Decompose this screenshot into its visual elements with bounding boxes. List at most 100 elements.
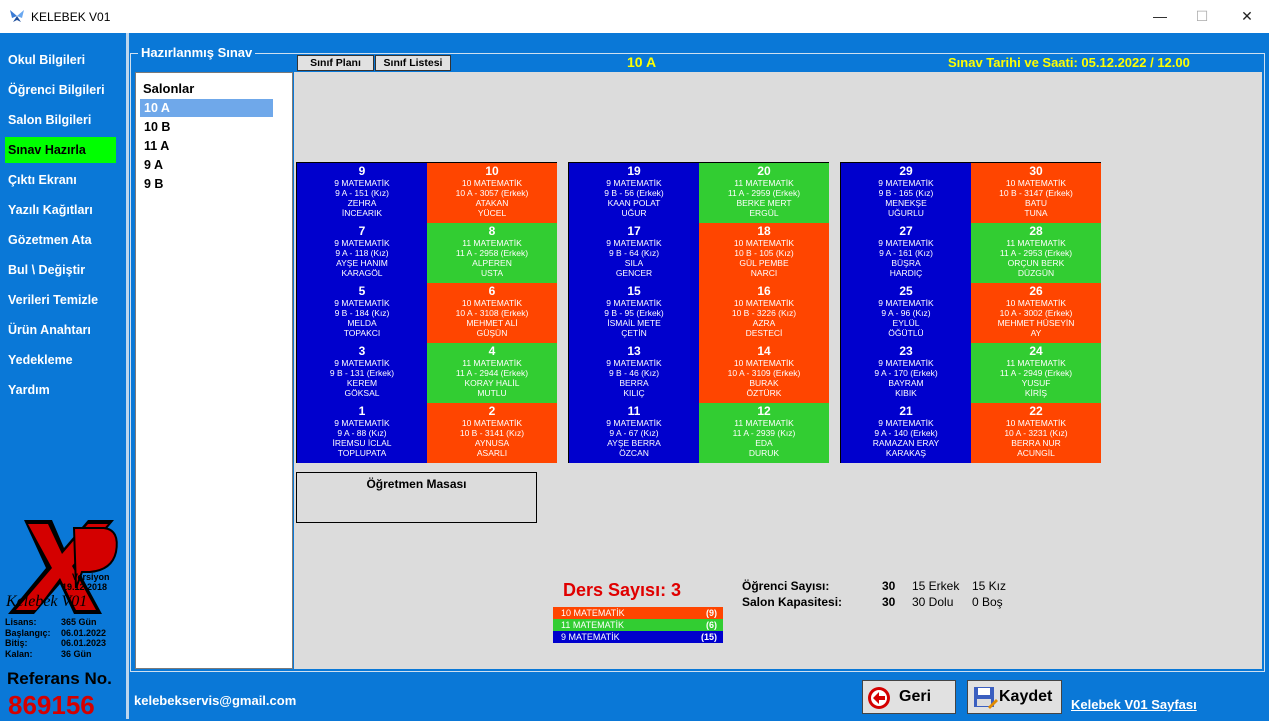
seat-info: 9 B - 184 (Kız) xyxy=(334,308,390,318)
seat-4[interactable]: 4 11 MATEMATİK 11 A - 2944 (Erkek) KORAY HA… xyxy=(427,343,557,403)
seat-ders: 9 MATEMATİK xyxy=(878,178,934,188)
salon-item[interactable]: 9 B xyxy=(140,175,273,193)
seat-no: 14 xyxy=(757,344,771,358)
seat-1[interactable]: 19 MATEMATİK 9 A - 88 (Kız) İREMSU İCLAL TO… xyxy=(297,403,427,463)
sidebar-item-0[interactable]: Okul Bilgileri xyxy=(5,47,116,73)
seat-surname: YÜCEL xyxy=(477,208,507,218)
license-label: Lisans: xyxy=(5,617,37,627)
seat-30[interactable]: 30 10 MATEMATİK 10 B - 3147 (Erkek) BATU TUN… xyxy=(971,163,1101,223)
legend-name: 11 MATEMATİK xyxy=(561,620,625,630)
sidebar-item-9[interactable]: Ürün Anahtarı xyxy=(5,317,116,343)
sidebar-item-5[interactable]: Yazılı Kağıtları xyxy=(5,197,116,223)
seat-28[interactable]: 28 11 MATEMATİK 11 A - 2953 (Erkek) ORÇUN B… xyxy=(971,223,1101,283)
seat-10[interactable]: 10 10 MATEMATİK 10 A - 3057 (Erkek) ATAKAN Y… xyxy=(427,163,557,223)
seat-2[interactable]: 2 10 MATEMATİK 10 B - 3141 (Kız) AYNUSA ASAR… xyxy=(427,403,557,463)
seat-16[interactable]: 16 10 MATEMATİK 10 B - 3226 (Kız) AZRA DESTE… xyxy=(699,283,829,343)
sidebar-item-3[interactable]: Sınav Hazırla xyxy=(5,137,116,163)
seat-no: 18 xyxy=(757,224,771,238)
contact-email[interactable]: kelebekservis@gmail.com xyxy=(134,693,296,708)
seat-9[interactable]: 99 MATEMATİK 9 A - 151 (Kız) ZEHRA İNCEARIK xyxy=(297,163,427,223)
seat-no: 10 xyxy=(485,164,499,178)
seat-11[interactable]: 11 9 MATEMATİK 9 A - 67 (Kız) AYŞE BERRA ÖZC… xyxy=(569,403,699,463)
sidebar-item-1[interactable]: Öğrenci Bilgileri xyxy=(5,77,116,103)
seat-19[interactable]: 19 9 MATEMATİK 9 B - 56 (Erkek) KAAN POLAT U… xyxy=(569,163,699,223)
seat-7[interactable]: 79 MATEMATİK 9 A - 118 (Kız) AYŞE HANIM KAR… xyxy=(297,223,427,283)
seat-24[interactable]: 24 11 MATEMATİK 11 A - 2949 (Erkek) YUSUF Kİ… xyxy=(971,343,1101,403)
seat-no: 6 xyxy=(488,284,496,298)
seat-block-1: 99 MATEMATİK 9 A - 151 (Kız) ZEHRA İNCEARIK… xyxy=(296,162,557,463)
seat-no: 28 xyxy=(1029,224,1043,238)
seat-15[interactable]: 15 9 MATEMATİK 9 B - 95 (Erkek) İSMAİL METE… xyxy=(569,283,699,343)
seat-surname: GÖKSAL xyxy=(344,388,380,398)
save-button[interactable]: Kaydet xyxy=(967,680,1062,714)
sidebar-item-11[interactable]: Yardım xyxy=(5,377,116,403)
sidebar-item-8[interactable]: Verileri Temizle xyxy=(5,287,116,313)
seat-6[interactable]: 6 10 MATEMATİK 10 A - 3108 (Erkek) MEHMET A… xyxy=(427,283,557,343)
seat-info: 10 A - 3231 (Kız) xyxy=(1004,428,1068,438)
sidebar-item-2[interactable]: Salon Bilgileri xyxy=(5,107,116,133)
salon-list-header: Salonlar xyxy=(140,78,271,100)
seat-surname: DESTECİ xyxy=(745,328,783,338)
sidebar-item-4[interactable]: Çıktı Ekranı xyxy=(5,167,116,193)
legend-count: (15) xyxy=(700,632,717,642)
divider xyxy=(126,33,129,719)
sidebar-item-10[interactable]: Yedekleme xyxy=(5,347,116,373)
seat-ders: 11 MATEMATİK xyxy=(1006,358,1066,368)
seat-21[interactable]: 21 9 MATEMATİK 9 A - 140 (Erkek) RAMAZAN ER… xyxy=(841,403,971,463)
minimize-button[interactable]: — xyxy=(1137,0,1183,33)
close-button[interactable]: ✕ xyxy=(1224,0,1269,33)
empty-count: 0 Boş xyxy=(972,595,1003,609)
seat-info: 9 A - 161 (Kız) xyxy=(879,248,933,258)
sidebar-item-7[interactable]: Bul \ Değiştir xyxy=(5,257,116,283)
back-arrow-icon xyxy=(868,687,890,709)
seat-no: 17 xyxy=(627,224,641,238)
seat-no: 19 xyxy=(627,164,641,178)
website-link[interactable]: Kelebek V01 Sayfası xyxy=(1071,697,1197,712)
seat-ders: 11 MATEMATİK xyxy=(1006,238,1066,248)
salon-item[interactable]: 10 B xyxy=(140,118,273,136)
seat-12[interactable]: 12 11 MATEMATİK 11 A - 2939 (Kız) EDA DURUK xyxy=(699,403,829,463)
seat-25[interactable]: 25 9 MATEMATİK 9 A - 96 (Kız) EYLÜL ÖĞÜTLÜ xyxy=(841,283,971,343)
seat-14[interactable]: 14 10 MATEMATİK 10 A - 3109 (Erkek) BURAK ÖZ… xyxy=(699,343,829,403)
seat-22[interactable]: 22 10 MATEMATİK 10 A - 3231 (Kız) BERRA NUR… xyxy=(971,403,1101,463)
seat-surname: NARCI xyxy=(750,268,778,278)
group-title: Hazırlanmış Sınav xyxy=(138,45,256,60)
version-date: 19.12.2018 xyxy=(62,582,108,592)
seat-13[interactable]: 13 9 MATEMATİK 9 B - 46 (Kız) BERRA KILIÇ xyxy=(569,343,699,403)
seat-17[interactable]: 17 9 MATEMATİK 9 B - 64 (Kız) SILA GENCER xyxy=(569,223,699,283)
license-label: Başlangıç: xyxy=(5,627,51,638)
seat-info: 9 B - 46 (Kız) xyxy=(608,368,660,378)
salon-item[interactable]: 11 A xyxy=(140,137,273,155)
seat-23[interactable]: 23 9 MATEMATİK 9 A - 170 (Erkek) BAYRAM KIBI… xyxy=(841,343,971,403)
seat-no: 22 xyxy=(1029,404,1043,418)
seat-20[interactable]: 20 11 MATEMATİK 11 A - 2959 (Erkek) BERKE M… xyxy=(699,163,829,223)
license-value: 365 Gün xyxy=(61,617,97,627)
sidebar-item-6[interactable]: Gözetmen Ata xyxy=(5,227,116,253)
student-count-label: Öğrenci Sayısı: xyxy=(742,579,830,593)
seat-surname: ÖZTÜRK xyxy=(746,388,782,398)
seat-surname: AY xyxy=(1030,328,1042,338)
seat-info: 11 A - 2953 (Erkek) xyxy=(999,248,1073,258)
seat-info: 10 B - 3226 (Kız) xyxy=(731,308,797,318)
tab-class-list[interactable]: Sınıf Listesi xyxy=(375,55,451,71)
seat-name: EYLÜL xyxy=(892,318,920,328)
seat-3[interactable]: 39 MATEMATİK 9 B - 131 (Erkek) KEREM GÖKSAL xyxy=(297,343,427,403)
seat-name: AYNUSA xyxy=(474,438,510,448)
title-bar: KELEBEK V01 — ☐ ✕ xyxy=(0,0,1269,33)
maximize-button[interactable]: ☐ xyxy=(1179,0,1225,33)
room-title: 10 A xyxy=(627,54,657,70)
seat-26[interactable]: 26 10 MATEMATİK 10 A - 3002 (Erkek) MEHMET … xyxy=(971,283,1101,343)
seat-18[interactable]: 18 10 MATEMATİK 10 B - 105 (Kız) GÜL PEMBE N… xyxy=(699,223,829,283)
salon-item[interactable]: 10 A xyxy=(140,99,273,117)
seat-name: YUSUF xyxy=(1021,378,1051,388)
seat-5[interactable]: 59 MATEMATİK 9 B - 184 (Kız) MELDA TOPAKCI xyxy=(297,283,427,343)
seat-name: İREMSU İCLAL xyxy=(332,438,392,448)
seat-27[interactable]: 27 9 MATEMATİK 9 A - 161 (Kız) BÜŞRA HARDIÇ xyxy=(841,223,971,283)
salon-item[interactable]: 9 A xyxy=(140,156,273,174)
seat-29[interactable]: 29 9 MATEMATİK 9 B - 165 (Kız) MENEKŞE UĞURL… xyxy=(841,163,971,223)
tab-class-plan[interactable]: Sınıf Planı xyxy=(297,55,374,71)
male-count: 15 Erkek xyxy=(912,579,960,593)
back-button[interactable]: Geri xyxy=(862,680,956,714)
seat-8[interactable]: 8 11 MATEMATİK 11 A - 2958 (Erkek) ALPEREN U… xyxy=(427,223,557,283)
seat-info: 10 A - 3002 (Erkek) xyxy=(999,308,1073,318)
